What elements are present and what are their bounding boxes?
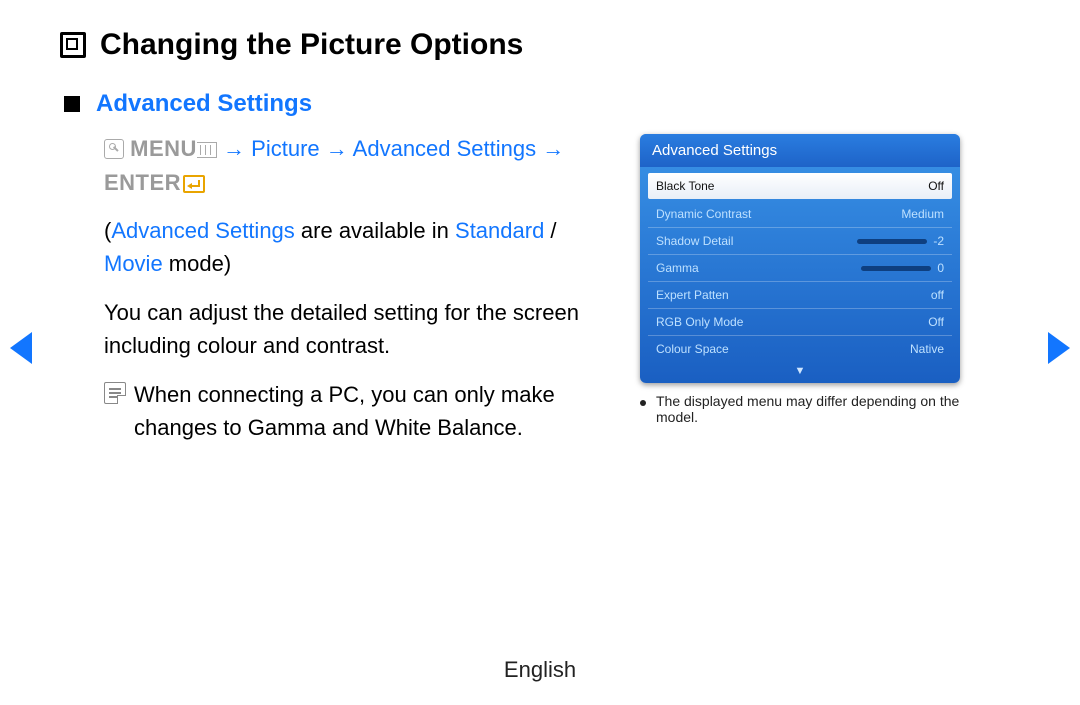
- osd-row-value: Medium: [901, 207, 944, 221]
- enter-icon: [183, 175, 205, 193]
- mode-adv: Advanced Settings: [111, 218, 294, 243]
- osd-row-value: -2: [933, 234, 944, 248]
- txt: and: [326, 415, 375, 440]
- osd-more-indicator: ▼: [640, 364, 960, 377]
- prev-page-arrow[interactable]: [10, 332, 32, 364]
- mode-standard: Standard: [455, 218, 544, 243]
- path-arrow-3: →: [542, 136, 564, 161]
- navigation-path: MENU → Picture → Advanced Settings → ENT…: [104, 132, 620, 200]
- mode-movie: Movie: [104, 251, 163, 276]
- osd-row-value: Off: [928, 315, 944, 329]
- note-white-balance: White Balance: [375, 415, 517, 440]
- page-title: Changing the Picture Options: [100, 28, 523, 62]
- menu-icon: [197, 142, 217, 158]
- osd-slider[interactable]: 0: [861, 261, 944, 275]
- mode-availability-line: (Advanced Settings are available in Stan…: [104, 214, 620, 280]
- osd-row-label: Dynamic Contrast: [656, 207, 751, 221]
- osd-row-value: Off: [928, 179, 944, 193]
- osd-row-label: Expert Patten: [656, 288, 729, 302]
- next-page-arrow[interactable]: [1048, 332, 1070, 364]
- osd-row[interactable]: RGB Only Mode Off: [648, 309, 952, 336]
- note-text: When connecting a PC, you can only make …: [134, 378, 620, 444]
- page-title-row: Changing the Picture Options: [60, 28, 1020, 62]
- path-enter: ENTER: [104, 170, 181, 195]
- path-arrow-2: →: [326, 136, 348, 161]
- osd-row-value: off: [931, 288, 944, 302]
- osd-body: Black Tone Off Dynamic Contrast Medium Shado…: [640, 167, 960, 364]
- osd-panel: Advanced Settings Black Tone Off Dynamic C…: [640, 134, 960, 383]
- osd-row-label: Shadow Detail: [656, 234, 733, 248]
- osd-row-value: 0: [937, 261, 944, 275]
- osd-row-value: Native: [910, 342, 944, 356]
- txt: mode): [163, 251, 231, 276]
- osd-row-label: Black Tone: [656, 179, 714, 193]
- caption-bullet-icon: [640, 400, 646, 406]
- osd-caption: The displayed menu may differ depending …: [640, 393, 960, 425]
- body-text-column: MENU → Picture → Advanced Settings → ENT…: [60, 132, 620, 444]
- note-icon: [104, 382, 126, 404]
- osd-row[interactable]: Colour Space Native: [648, 336, 952, 362]
- osd-row[interactable]: Dynamic Contrast Medium: [648, 201, 952, 228]
- osd-row[interactable]: Gamma 0: [648, 255, 952, 282]
- square-bullet-icon: [64, 96, 80, 112]
- description-paragraph: You can adjust the detailed setting for …: [104, 296, 620, 362]
- path-arrow-1: →: [223, 136, 245, 161]
- osd-slider[interactable]: -2: [857, 234, 944, 248]
- tools-icon: [104, 139, 124, 159]
- path-menu: MENU: [130, 136, 197, 161]
- osd-caption-text: The displayed menu may differ depending …: [656, 393, 960, 425]
- osd-row[interactable]: Shadow Detail -2: [648, 228, 952, 255]
- txt: /: [544, 218, 556, 243]
- txt: .: [517, 415, 523, 440]
- osd-title: Advanced Settings: [640, 134, 960, 167]
- osd-row[interactable]: Black Tone Off: [648, 173, 952, 199]
- osd-row[interactable]: Expert Patten off: [648, 282, 952, 309]
- txt: are available in: [295, 218, 455, 243]
- path-picture: Picture: [251, 136, 319, 161]
- note-row: When connecting a PC, you can only make …: [104, 378, 620, 444]
- section-heading: Advanced Settings: [96, 90, 312, 118]
- osd-row-label: Colour Space: [656, 342, 729, 356]
- path-advanced: Advanced Settings: [353, 136, 536, 161]
- title-bullet-icon: [60, 32, 86, 58]
- footer-language: English: [0, 657, 1080, 683]
- note-gamma: Gamma: [248, 415, 326, 440]
- section-heading-row: Advanced Settings: [64, 90, 1020, 118]
- osd-row-label: Gamma: [656, 261, 699, 275]
- osd-row-label: RGB Only Mode: [656, 315, 743, 329]
